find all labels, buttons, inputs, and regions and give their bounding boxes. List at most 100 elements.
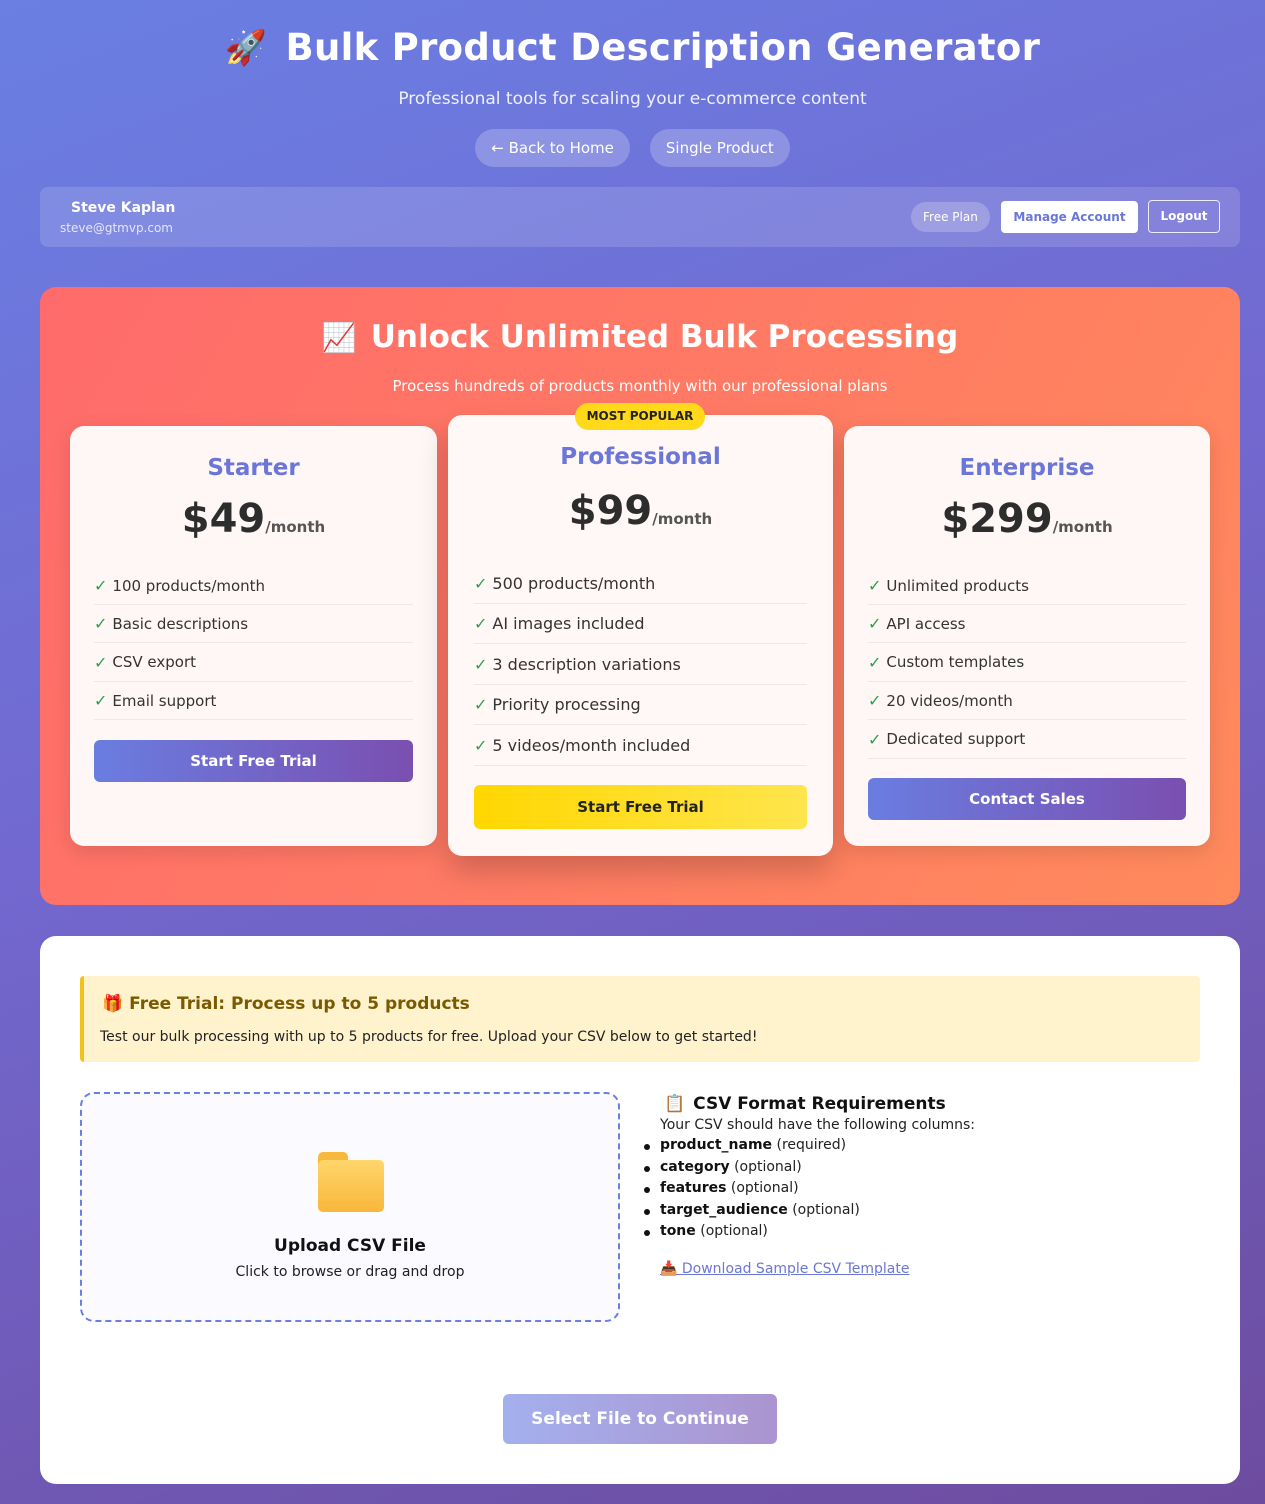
- download-label: Download Sample CSV Template: [681, 1260, 910, 1277]
- check-icon: ✓: [474, 695, 488, 714]
- plan-badge: Free Plan: [911, 202, 990, 232]
- check-icon: ✓: [474, 574, 488, 593]
- feature-text: CSV export: [112, 653, 197, 671]
- column-note: (optional): [792, 1201, 860, 1218]
- user-bar: Steve Kaplan steve@gtmvp.com Free Plan M…: [40, 187, 1240, 247]
- column-item: target_audience (optional): [644, 1200, 1180, 1222]
- feature-item: ✓ Custom templates: [868, 643, 1186, 682]
- user-email: steve@gtmvp.com: [60, 221, 173, 235]
- check-icon: ✓: [868, 652, 882, 672]
- check-icon: ✓: [868, 729, 882, 749]
- column-item: features (optional): [644, 1178, 1180, 1200]
- feature-item: ✓ Basic descriptions: [94, 605, 413, 643]
- user-name: Steve Kaplan: [71, 200, 176, 216]
- price-period: /month: [1052, 518, 1113, 536]
- price-period: /month: [652, 510, 713, 528]
- page-header: 🚀 Bulk Product Description Generator Pro…: [0, 0, 1265, 167]
- column-name: product_name: [660, 1137, 773, 1153]
- feature-item: ✓ Dedicated support: [868, 720, 1186, 759]
- requirements-intro: Your CSV should have the following colum…: [660, 1117, 976, 1133]
- professional-trial-button[interactable]: Start Free Trial: [474, 785, 807, 829]
- column-list: product_name (required) category (option…: [644, 1135, 1180, 1243]
- most-popular-badge: MOST POPULAR: [575, 403, 705, 430]
- plan-name: Starter: [207, 455, 300, 481]
- chart-increasing-icon: 📈: [321, 320, 357, 354]
- upload-subtitle: Click to browse or drag and drop: [235, 1264, 465, 1280]
- column-name: target_audience: [660, 1201, 788, 1218]
- feature-list: ✓ 500 products/month ✓ AI images included …: [474, 564, 807, 766]
- upload-title: Upload CSV File: [274, 1236, 426, 1256]
- feature-list: ✓ 100 products/month ✓ Basic descriptions …: [94, 567, 413, 720]
- feature-item: ✓ Unlimited products: [868, 567, 1186, 605]
- check-icon: ✓: [474, 735, 488, 755]
- back-home-button[interactable]: ← Back to Home: [475, 129, 630, 167]
- feature-item: ✓ 500 products/month: [474, 564, 807, 604]
- column-note: (optional): [700, 1223, 768, 1240]
- column-item: product_name (required): [644, 1135, 1180, 1157]
- feature-text: 500 products/month: [492, 574, 656, 593]
- price-amount: $99: [568, 488, 653, 534]
- column-item: category (optional): [644, 1157, 1180, 1179]
- column-name: features: [660, 1180, 727, 1197]
- feature-text: 20 videos/month: [886, 691, 1013, 710]
- check-icon: ✓: [474, 614, 488, 633]
- check-icon: ✓: [868, 576, 882, 595]
- continue-button[interactable]: Select File to Continue: [503, 1394, 777, 1444]
- plan-price: $49/month: [70, 496, 437, 542]
- column-name: tone: [660, 1223, 696, 1240]
- feature-item: ✓ 20 videos/month: [868, 682, 1186, 720]
- single-product-button[interactable]: Single Product: [649, 129, 790, 167]
- top-nav: ← Back to Home Single Product: [0, 129, 1265, 167]
- contact-sales-button[interactable]: Contact Sales: [868, 778, 1186, 820]
- clipboard-icon: 📋: [664, 1094, 686, 1114]
- feature-item: ✓ API access: [868, 605, 1186, 643]
- column-note: (required): [776, 1137, 847, 1153]
- feature-text: API access: [886, 614, 966, 633]
- feature-item: ✓ CSV export: [94, 643, 413, 682]
- feature-text: 3 description variations: [492, 654, 681, 674]
- page-title-text: Bulk Product Description Generator: [285, 26, 1041, 69]
- feature-list: ✓ Unlimited products ✓ API access ✓ Custom …: [868, 567, 1186, 759]
- csv-upload-dropzone[interactable]: Upload CSV File Click to browse or drag …: [80, 1092, 620, 1322]
- logout-button[interactable]: Logout: [1148, 200, 1220, 233]
- download-template-link[interactable]: 📥 Download Sample CSV Template: [660, 1261, 909, 1277]
- feature-item: ✓ 5 videos/month included: [474, 725, 807, 766]
- check-icon: ✓: [94, 576, 108, 595]
- free-trial-notice: 🎁 Free Trial: Process up to 5 products T…: [80, 976, 1200, 1062]
- requirements-title: 📋 CSV Format Requirements: [664, 1094, 1180, 1114]
- plan-card-enterprise: Enterprise $299/month ✓ Unlimited product…: [844, 426, 1210, 846]
- feature-item: ✓ 100 products/month: [94, 567, 413, 605]
- upgrade-subtitle: Process hundreds of products monthly wit…: [392, 377, 888, 395]
- requirements-title-text: CSV Format Requirements: [693, 1094, 946, 1114]
- price-amount: $299: [941, 496, 1053, 542]
- plan-name: Enterprise: [959, 455, 1095, 481]
- upload-panel: 🎁 Free Trial: Process up to 5 products T…: [40, 936, 1240, 1484]
- trial-title: 🎁 Free Trial: Process up to 5 products: [102, 994, 470, 1014]
- feature-text: Dedicated support: [886, 730, 1026, 748]
- upgrade-section: 📈 Unlock Unlimited Bulk Processing Proce…: [40, 287, 1240, 905]
- trial-text: Test our bulk processing with up to 5 pr…: [100, 1029, 758, 1045]
- plan-card-professional: MOST POPULAR Professional $99/month ✓ 500…: [448, 403, 833, 856]
- check-icon: ✓: [94, 652, 108, 672]
- download-icon: 📥: [660, 1260, 678, 1277]
- feature-text: 5 videos/month included: [492, 735, 691, 755]
- trial-title-text: Free Trial: Process up to 5 products: [129, 994, 470, 1014]
- column-item: tone (optional): [644, 1221, 1180, 1243]
- starter-trial-button[interactable]: Start Free Trial: [94, 740, 413, 782]
- rocket-icon: 🚀: [224, 27, 268, 68]
- page-title: 🚀 Bulk Product Description Generator: [0, 26, 1265, 69]
- plan-card-starter: Starter $49/month ✓ 100 products/month ✓ B…: [70, 426, 437, 846]
- plan-price: $299/month: [844, 496, 1210, 542]
- folder-icon: [318, 1152, 384, 1212]
- gift-icon: 🎁: [102, 994, 124, 1014]
- manage-account-button[interactable]: Manage Account: [1001, 201, 1138, 233]
- check-icon: ✓: [868, 614, 882, 633]
- plan-name: Professional: [560, 444, 721, 470]
- price-period: /month: [265, 518, 326, 536]
- column-note: (optional): [734, 1158, 802, 1175]
- feature-text: Priority processing: [492, 695, 641, 714]
- feature-text: Email support: [112, 691, 217, 710]
- page-subtitle: Professional tools for scaling your e-co…: [398, 89, 867, 109]
- feature-text: Unlimited products: [886, 576, 1029, 595]
- feature-text: 100 products/month: [112, 576, 266, 595]
